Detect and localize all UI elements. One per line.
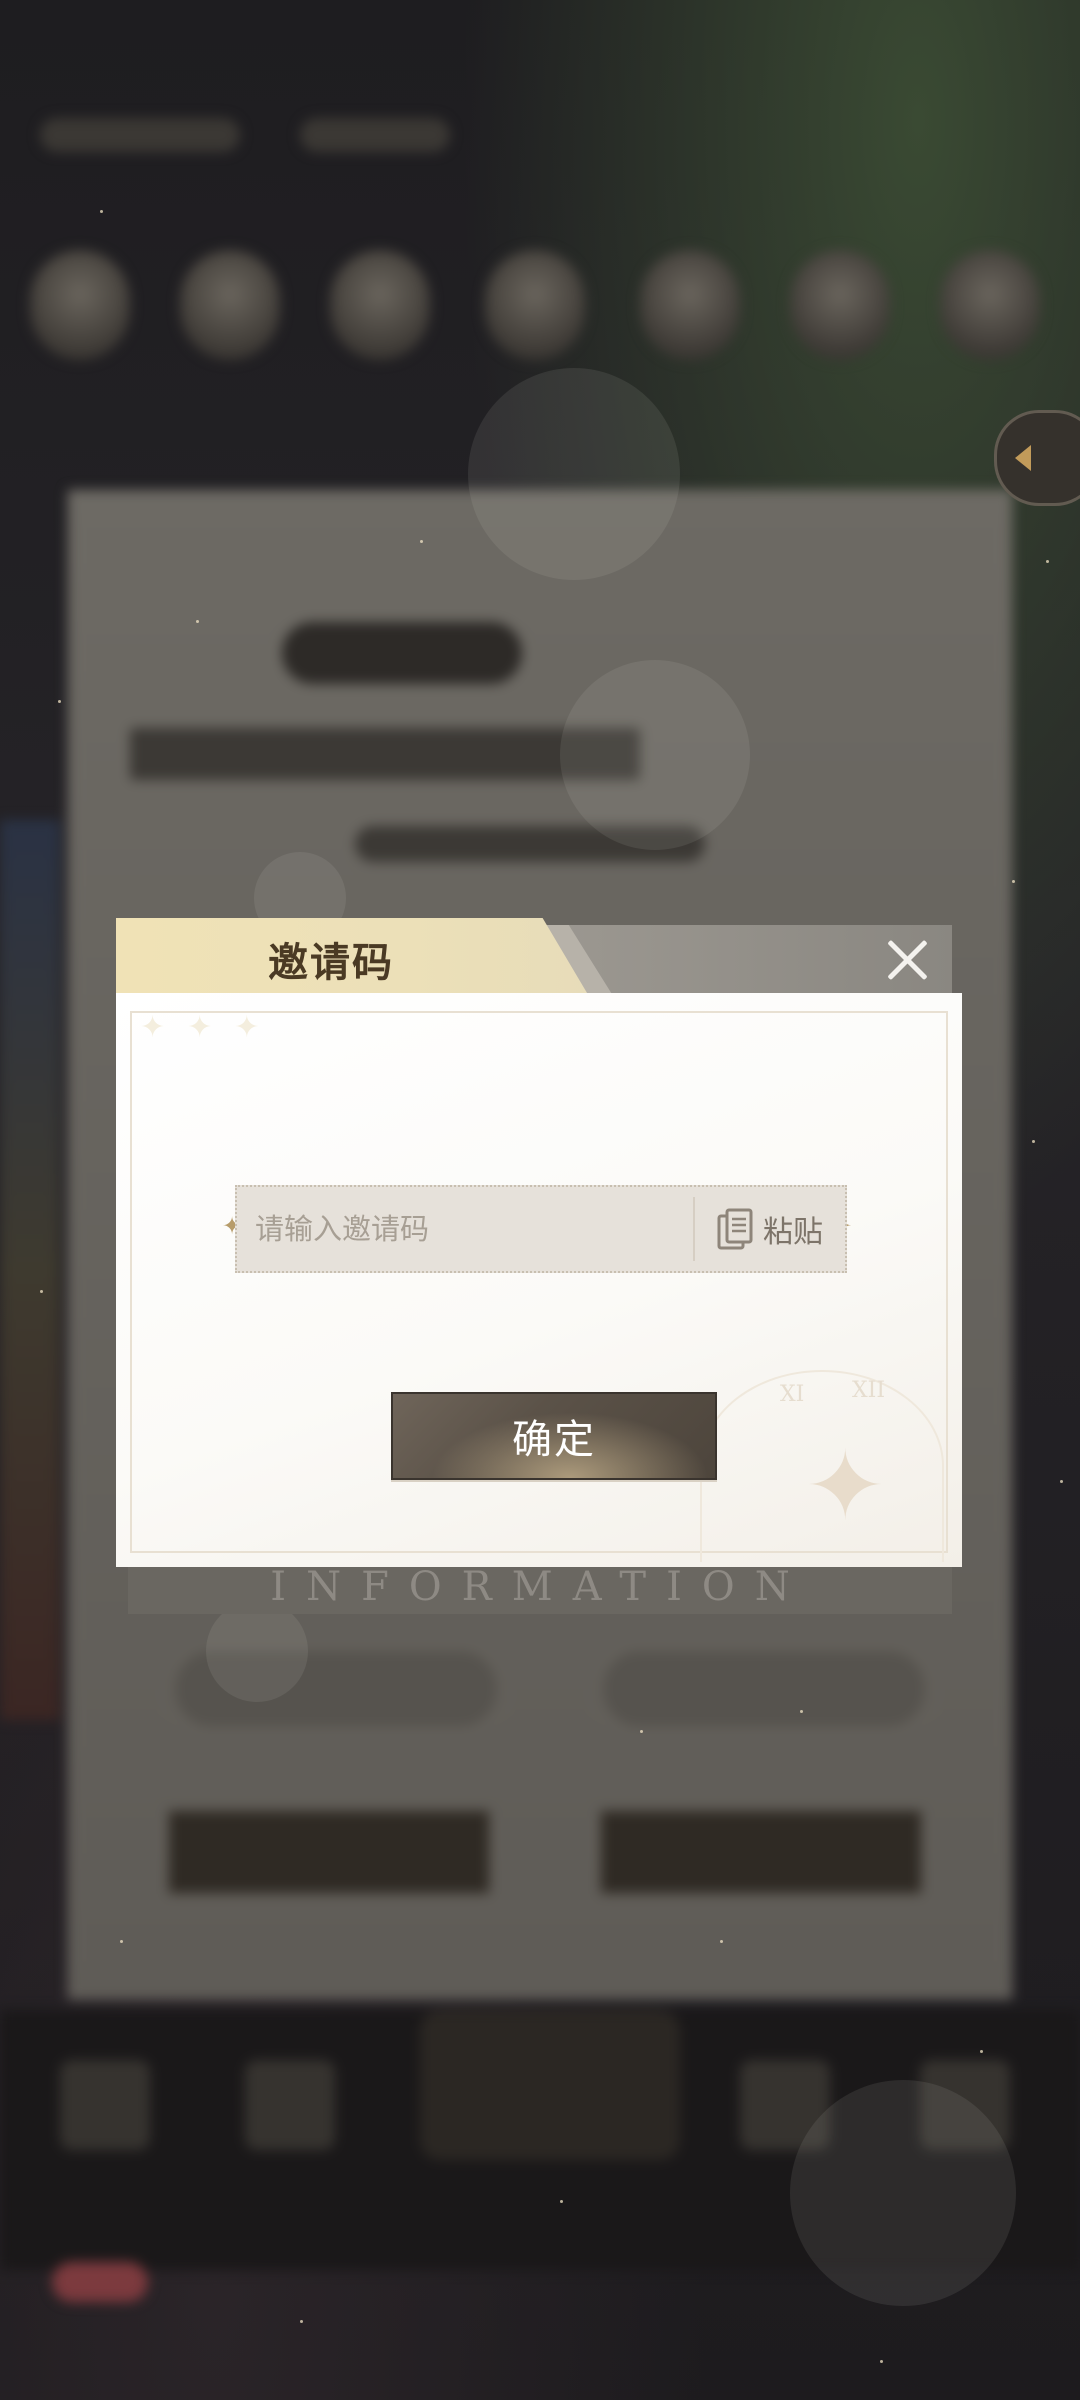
input-divider (693, 1197, 695, 1261)
sparkle (120, 1940, 123, 1943)
bg-avatar (485, 250, 585, 360)
bokeh-bubble (468, 368, 680, 580)
bg-avatar (790, 250, 890, 360)
information-banner-text: INFORMATION (270, 1564, 810, 1610)
invite-code-input[interactable] (237, 1187, 691, 1271)
compass-star-icon: ✦ (805, 1430, 886, 1542)
bokeh-bubble (790, 2080, 1016, 2306)
confirm-button[interactable]: 确定 (391, 1392, 717, 1480)
bg-avatar (640, 250, 740, 360)
bg-currency-pill (300, 118, 450, 152)
sparkle (100, 210, 103, 213)
sparkle (880, 2360, 883, 2363)
bg-badge (52, 2262, 148, 2302)
bg-round-button (600, 1648, 928, 1730)
sparkle (720, 1940, 723, 1943)
bg-avatar (330, 250, 430, 360)
confirm-label: 确定 (512, 1417, 596, 1463)
bg-dark-button (600, 1810, 922, 1894)
dialog-title: 邀请码 (268, 939, 394, 986)
sparkle (58, 700, 61, 703)
information-banner: INFORMATION (128, 1560, 952, 1614)
bg-avatar (30, 250, 130, 360)
bg-nav-icon (60, 2060, 150, 2150)
bokeh-bubble (560, 660, 750, 850)
close-button[interactable] (878, 930, 938, 990)
sparkle (980, 2050, 983, 2053)
sparkle (560, 2200, 563, 2203)
bg-avatar (940, 250, 1040, 360)
compass-numeral-icon: XII (852, 1378, 886, 1403)
invite-code-input-box: 粘贴 (235, 1185, 847, 1273)
bg-nav-icon (245, 2060, 335, 2150)
bg-currency-pill (40, 118, 240, 152)
sparkle (1012, 880, 1015, 883)
star-decoration-icon: ✦✦✦ (140, 1010, 282, 1045)
bg-tab-pill (282, 622, 522, 684)
paste-label: 粘贴 (763, 1215, 823, 1250)
sparkle (1032, 1140, 1035, 1143)
sparkle (196, 620, 199, 623)
paste-button[interactable]: 粘贴 (697, 1187, 843, 1271)
bg-avatar (180, 250, 280, 360)
bg-dark-button (168, 1810, 490, 1894)
sparkle (640, 1730, 643, 1733)
sparkle (420, 540, 423, 543)
sparkle (300, 2320, 303, 2323)
bg-side-strip (0, 820, 60, 1720)
bokeh-bubble (206, 1600, 308, 1702)
sparkle (1046, 560, 1049, 563)
side-drawer-toggle-icon (994, 410, 1080, 506)
clipboard-icon (717, 1208, 753, 1250)
sparkle (40, 1290, 43, 1293)
compass-numeral-icon: XI (780, 1382, 805, 1407)
sparkle (800, 1710, 803, 1713)
bg-nav-center (420, 2010, 680, 2160)
sparkle (1060, 1480, 1063, 1483)
